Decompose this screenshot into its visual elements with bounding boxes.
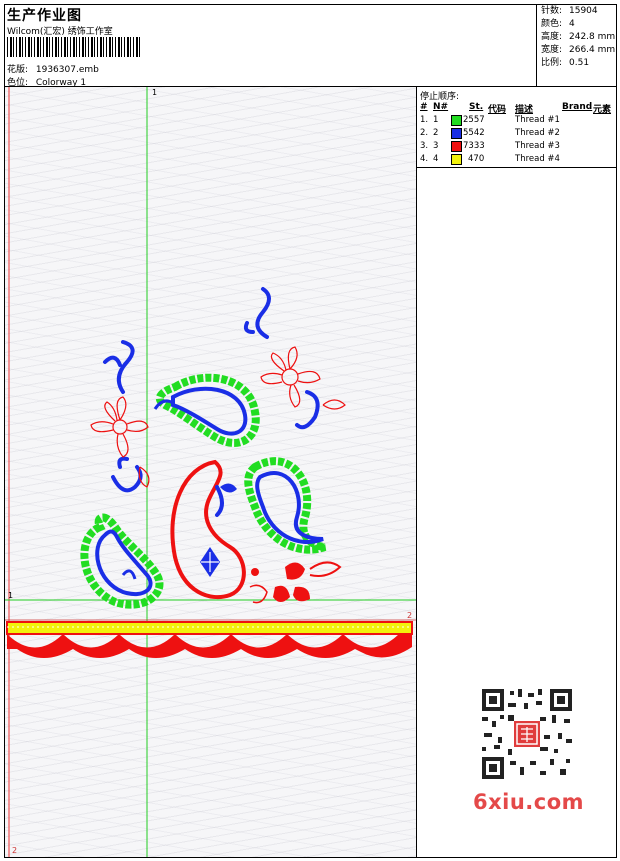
row-desc: Thread #1 (515, 115, 560, 125)
height-row: 高度: 242.8 mm (541, 31, 615, 44)
paisley-left (80, 513, 164, 609)
stop-table-row: 1. 1 2557 Thread #1 (420, 115, 616, 128)
stop-table-divider (416, 167, 617, 168)
thread-swatch (451, 154, 462, 165)
col-brand: Brand (562, 102, 593, 112)
studio-subtitle: Wilcom(汇宏) 绣饰工作室 (7, 27, 113, 37)
col-hash: # (420, 102, 428, 112)
thread-swatch (451, 128, 462, 139)
marker-v2: 2 (12, 846, 18, 855)
design-row: 花版: 1936307.emb (7, 62, 99, 75)
row-number: 2. (420, 128, 429, 138)
qr-code-icon (478, 685, 576, 783)
row-number: 4. (420, 154, 429, 164)
barcode-icon (7, 37, 141, 57)
embroidery-canvas: 1 1 2 2 (5, 87, 416, 857)
stop-table-row: 3. 3 7333 Thread #3 (420, 141, 616, 154)
color-count-row: 颜色: 4 (541, 18, 615, 31)
scale-label: 比例: (541, 58, 563, 68)
scale-value: 0.51 (569, 58, 590, 68)
stop-table-row: 4. 4 470 Thread #4 (420, 154, 616, 167)
row-needle: 4 (433, 154, 439, 164)
color-count-value: 4 (569, 19, 575, 29)
blue-scrolls (103, 287, 320, 517)
stats-panel: 针数: 15904 颜色: 4 高度: 242.8 mm 宽度: 266.4 mm 比例… (541, 5, 615, 70)
row-desc: Thread #3 (515, 141, 560, 151)
scale-row: 比例: 0.51 (541, 57, 615, 70)
width-label: 宽度: (541, 45, 563, 55)
paisley-center-red (170, 459, 246, 600)
red-filled-flower (249, 561, 342, 604)
marker-h1: 1 (8, 591, 14, 600)
thread-swatch (451, 115, 462, 126)
row-code: 7333 (463, 141, 485, 151)
stitch-count-row: 针数: 15904 (541, 5, 615, 18)
height-value: 242.8 mm (569, 32, 616, 42)
col-element: 元素 (593, 105, 612, 115)
row-number: 1. (420, 115, 429, 125)
row-desc: Thread #2 (515, 128, 560, 138)
paisley-top (153, 373, 260, 447)
paisley-right (244, 457, 327, 554)
width-row: 宽度: 266.4 mm (541, 44, 615, 57)
row-code: 2557 (463, 115, 485, 125)
height-label: 高度: (541, 32, 563, 42)
design-label: 花版: (7, 65, 29, 75)
row-desc: Thread #4 (515, 154, 560, 164)
red-flower-right (260, 346, 346, 410)
stitch-count-value: 15904 (569, 6, 598, 16)
color-count-label: 颜色: (541, 19, 563, 29)
col-desc: 描述 (515, 105, 534, 115)
marker-h2: 2 (407, 611, 413, 620)
col-n: N# (433, 102, 449, 112)
row-code: 470 (468, 154, 485, 164)
col-code: 代码 (488, 105, 507, 115)
scalloped-border (6, 621, 413, 658)
stop-sequence-title: 停止顺序: (420, 92, 460, 102)
row-needle: 3 (433, 141, 439, 151)
design-value: 1936307.emb (35, 65, 99, 75)
watermark-site: 6xiu.com (473, 790, 585, 814)
embroidery-design (5, 87, 416, 857)
thread-swatch (451, 141, 462, 152)
row-needle: 2 (433, 128, 439, 138)
stats-divider (536, 4, 537, 86)
width-value: 266.4 mm (569, 45, 616, 55)
stop-table-row: 2. 2 5542 Thread #2 (420, 128, 616, 141)
panel-divider (416, 86, 417, 858)
row-needle: 1 (433, 115, 439, 125)
col-st: St. (469, 102, 484, 112)
marker-v1: 1 (152, 88, 158, 97)
stitch-count-label: 针数: (541, 6, 563, 16)
page-title: 生产作业图 (7, 8, 82, 24)
row-code: 5542 (463, 128, 485, 138)
row-number: 3. (420, 141, 429, 151)
